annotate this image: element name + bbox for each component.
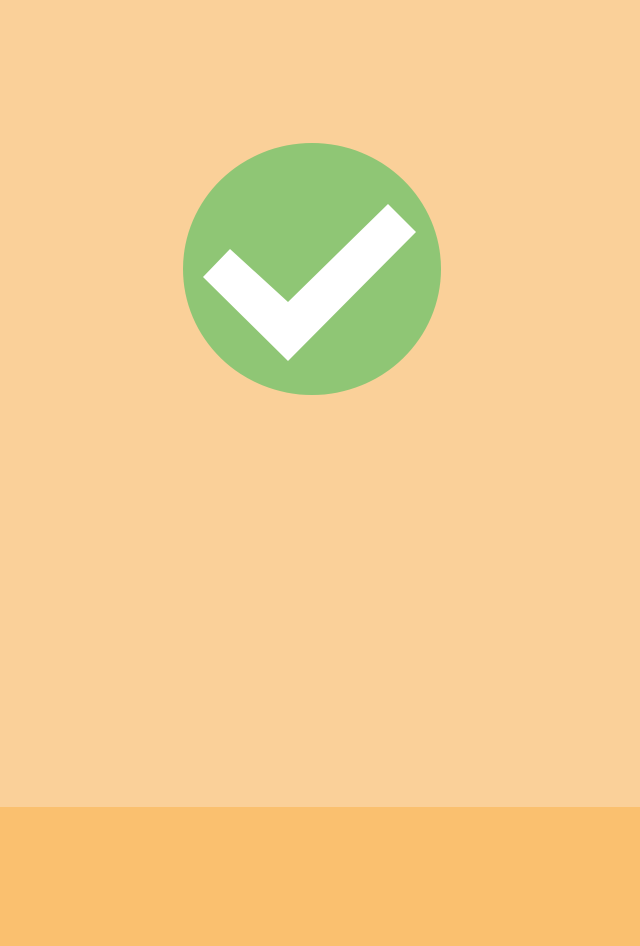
- main-content-area: [0, 0, 640, 807]
- success-screen: [0, 0, 640, 946]
- checkmark-success-icon: [182, 142, 442, 396]
- bottom-panel: [0, 807, 640, 946]
